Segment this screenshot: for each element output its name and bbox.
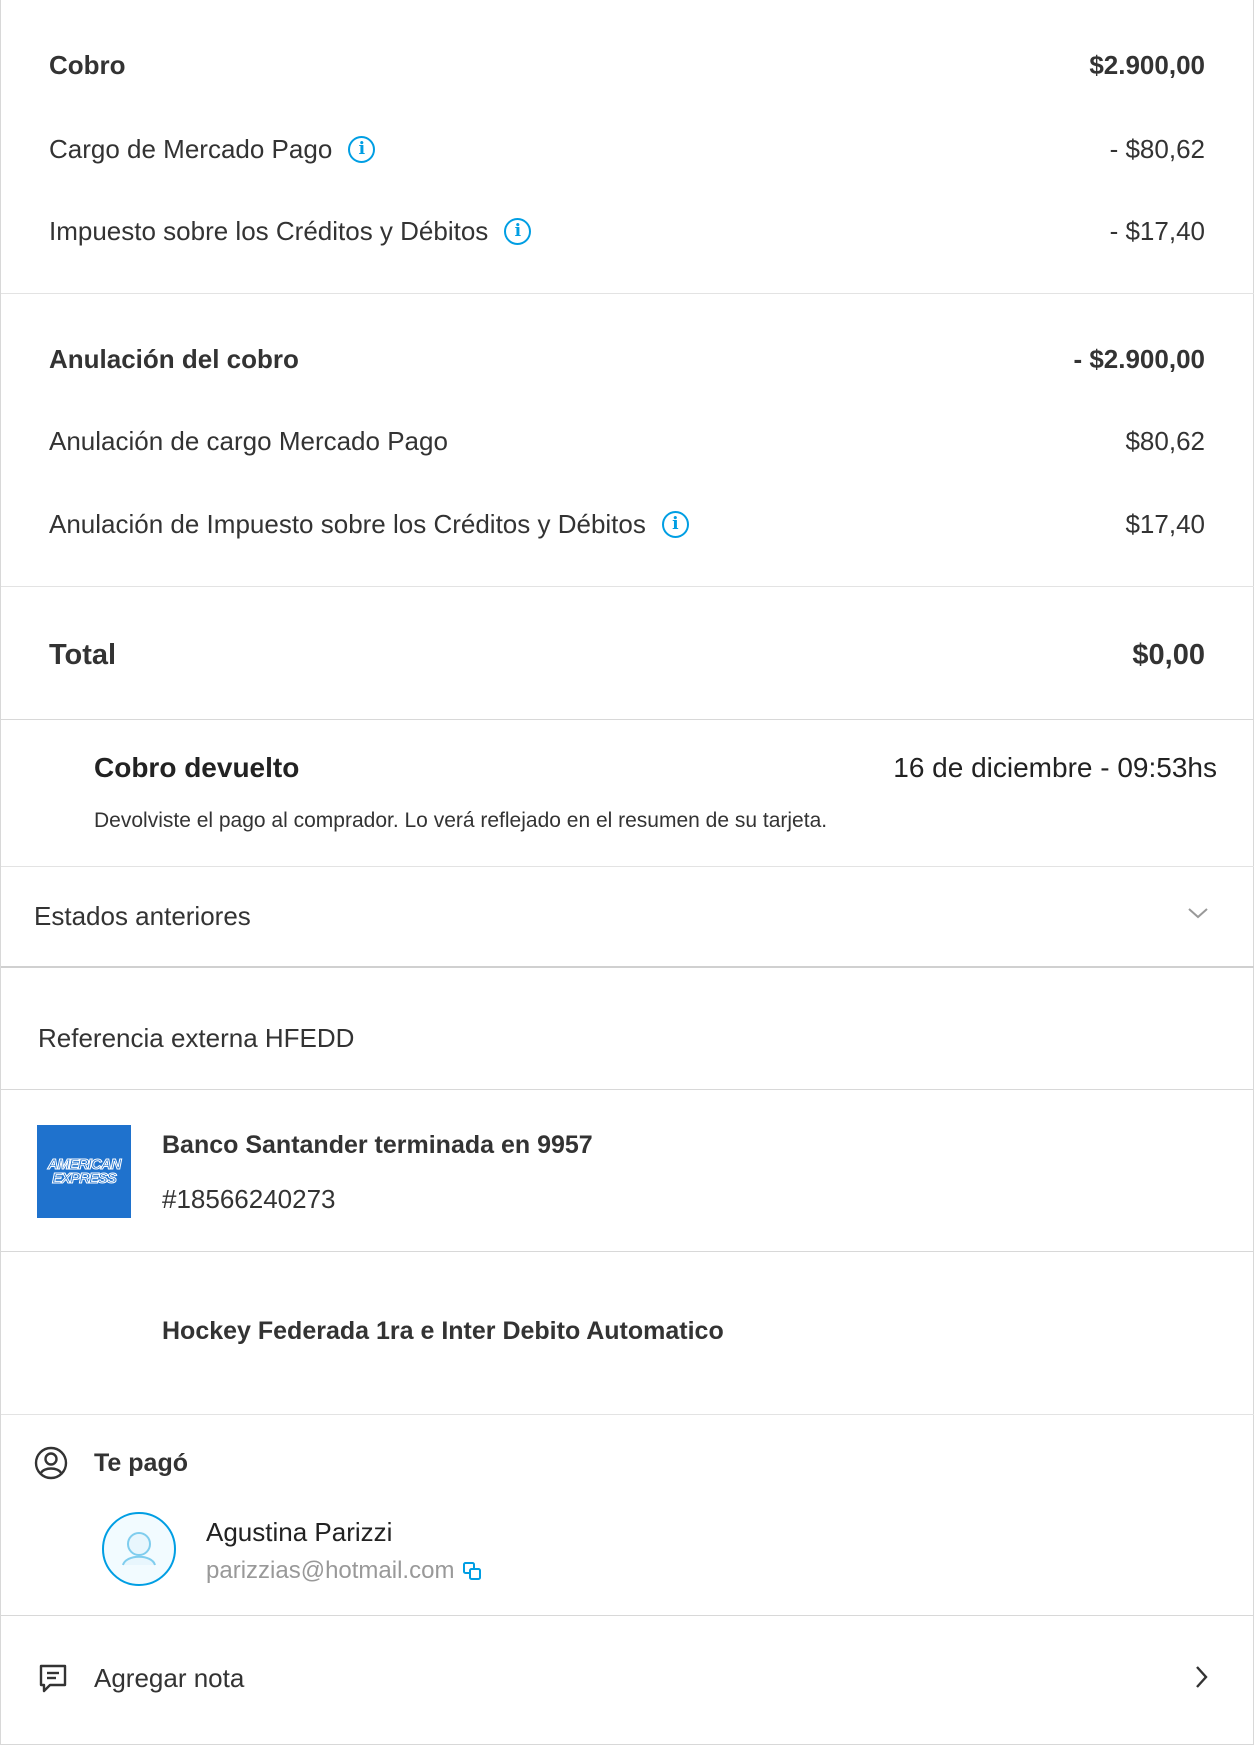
external-reference: Referencia externa HFEDD	[38, 1023, 355, 1053]
info-icon[interactable]: i	[504, 217, 532, 245]
charge-label: Cobro	[49, 49, 126, 80]
cancel-mp-fee-amount: $80,62	[1125, 425, 1205, 456]
divider	[1, 966, 1254, 968]
previous-states-label: Estados anteriores	[34, 901, 251, 931]
divider	[1, 1089, 1254, 1090]
previous-states-toggle[interactable]: Estados anteriores	[1, 867, 1254, 966]
avatar-icon	[122, 1532, 156, 1566]
cancel-charge-label: Anulación del cobro	[49, 343, 299, 374]
cancel-charge-row: Anulación del cobro - $2.900,00	[49, 338, 1205, 380]
payer-name: Agustina Parizzi	[206, 1517, 393, 1547]
tax-label: Impuesto sobre los Créditos y Débitos	[49, 215, 489, 246]
copy-icon[interactable]	[462, 1561, 482, 1581]
total-row: Total $0,00	[49, 632, 1205, 678]
amex-logo: AMERICAN EXPRESS	[37, 1125, 131, 1218]
cancel-mp-fee-label: Anulación de cargo Mercado Pago	[49, 425, 448, 456]
transaction-detail-panel: Cobro $2.900,00 Cargo de Mercado Pago i …	[0, 0, 1254, 1745]
mp-fee-label-wrap: Cargo de Mercado Pago i	[49, 133, 376, 165]
divider	[1, 293, 1254, 294]
avatar	[102, 1512, 176, 1586]
cancel-tax-row: Anulación de Impuesto sobre los Créditos…	[49, 503, 1205, 545]
cancel-tax-label-wrap: Anulación de Impuesto sobre los Créditos…	[49, 509, 689, 540]
mp-fee-amount: - $80,62	[1109, 133, 1205, 164]
payer-heading: Te pagó	[94, 1449, 188, 1477]
item-description: Hockey Federada 1ra e Inter Debito Autom…	[162, 1317, 724, 1345]
chevron-right-icon	[1196, 1666, 1208, 1688]
tax-amount: - $17,40	[1109, 215, 1205, 246]
info-icon[interactable]: i	[661, 510, 689, 538]
divider	[1, 1414, 1254, 1415]
total-label: Total	[49, 638, 117, 671]
operation-id: #18566240273	[162, 1184, 336, 1214]
tax-row: Impuesto sobre los Créditos y Débitos i …	[49, 210, 1205, 252]
charge-amount: $2.900,00	[1089, 49, 1205, 80]
status-date: 16 de diciembre - 09:53hs	[893, 752, 1217, 783]
cancel-tax-amount: $17,40	[1125, 508, 1205, 539]
user-circle-icon	[34, 1446, 68, 1480]
divider	[1, 1251, 1254, 1252]
cancel-tax-label: Anulación de Impuesto sobre los Créditos…	[49, 508, 646, 539]
charge-row: Cobro $2.900,00	[49, 44, 1205, 86]
mp-fee-label: Cargo de Mercado Pago	[49, 133, 333, 164]
divider	[1, 719, 1254, 720]
cancel-charge-amount: - $2.900,00	[1073, 343, 1205, 374]
total-amount: $0,00	[1132, 638, 1205, 671]
tax-label-wrap: Impuesto sobre los Créditos y Débitos i	[49, 215, 532, 247]
status-description: Devolviste el pago al comprador. Lo verá…	[94, 809, 828, 832]
status-title: Cobro devuelto	[94, 752, 300, 783]
note-icon	[39, 1664, 67, 1693]
add-note-button[interactable]: Agregar nota	[1, 1616, 1253, 1744]
payer-email-row: parizzias@hotmail.com	[206, 1557, 482, 1585]
payer-email: parizzias@hotmail.com	[206, 1557, 455, 1584]
mp-fee-row: Cargo de Mercado Pago i - $80,62	[49, 128, 1205, 170]
add-note-label: Agregar nota	[94, 1663, 245, 1693]
divider	[1, 586, 1254, 587]
payment-method-title: Banco Santander terminada en 9957	[162, 1131, 593, 1159]
chevron-down-icon	[1188, 908, 1208, 919]
info-icon[interactable]: i	[348, 135, 376, 163]
amex-logo-line2: EXPRESS	[52, 1169, 118, 1187]
cancel-mp-fee-row: Anulación de cargo Mercado Pago $80,62	[49, 420, 1205, 462]
